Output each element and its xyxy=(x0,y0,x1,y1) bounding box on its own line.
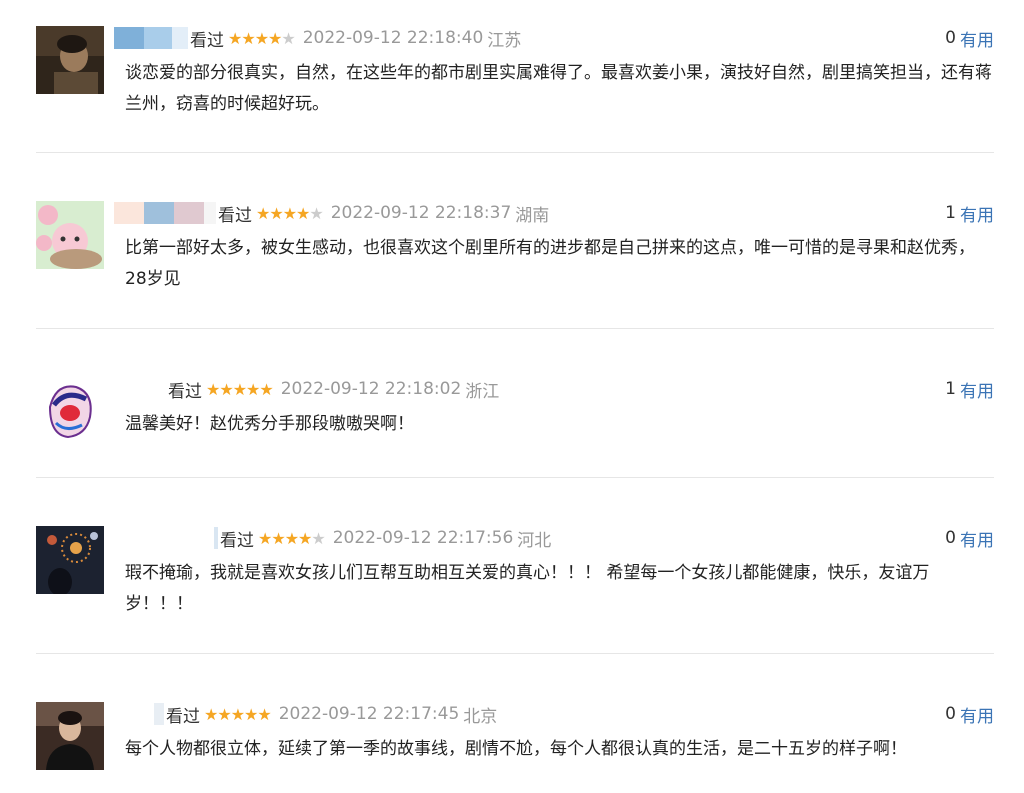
review-meta: 看过 ★★★★★ 2022-09-12 22:18:37 湖南 xyxy=(114,201,550,226)
star-icon: ★ xyxy=(269,203,283,223)
avatar[interactable] xyxy=(36,702,104,770)
avatar[interactable] xyxy=(36,526,104,594)
star-icon: ★ xyxy=(204,704,218,724)
star-rating: ★★★★★ xyxy=(206,379,274,399)
review-content: 温馨美好！赵优秀分手那段嗷嗷哭啊！ xyxy=(125,414,414,434)
star-icon: ★ xyxy=(309,203,323,223)
star-icon: ★ xyxy=(284,528,299,548)
review-location: 江苏 xyxy=(487,30,522,51)
review-meta: 看过 ★★★★★ 2022-09-12 22:18:02 浙江 xyxy=(168,377,500,402)
review-item: 看过 ★★★★★ 2022-09-12 22:17:45 北京 0 有用 每个人… xyxy=(36,702,994,782)
username-blurred[interactable] xyxy=(114,27,188,49)
star-icon: ★ xyxy=(206,379,220,399)
watched-label: 看过 xyxy=(168,381,202,402)
watched-label: 看过 xyxy=(218,205,252,226)
review-meta: 看过 ★★★★★ 2022-09-12 22:17:56 河北 xyxy=(214,526,552,551)
review-item: 看过 ★★★★★ 2022-09-12 22:18:37 湖南 1 有用 比第一… xyxy=(36,201,994,311)
star-icon: ★ xyxy=(217,704,231,724)
review-time: 2022-09-12 22:17:45 xyxy=(278,704,460,724)
star-icon: ★ xyxy=(258,528,272,548)
useful-count: 0 xyxy=(945,28,956,48)
useful-vote: 1 有用 xyxy=(945,377,994,402)
watched-label: 看过 xyxy=(166,706,200,727)
useful-vote: 0 有用 xyxy=(945,26,994,51)
divider xyxy=(36,152,994,153)
star-icon: ★ xyxy=(259,379,273,399)
star-rating: ★★★★★ xyxy=(228,28,296,48)
useful-button[interactable]: 有用 xyxy=(960,26,994,51)
watched-label: 看过 xyxy=(190,30,224,51)
review-location: 湖南 xyxy=(515,205,550,226)
useful-button[interactable]: 有用 xyxy=(960,702,994,727)
review-item: 看过 ★★★★★ 2022-09-12 22:18:40 江苏 0 有用 谈恋爱… xyxy=(36,26,994,136)
star-icon: ★ xyxy=(268,28,282,48)
watched-label: 看过 xyxy=(220,530,254,551)
avatar[interactable] xyxy=(36,201,104,269)
star-icon: ★ xyxy=(241,28,255,48)
useful-count: 1 xyxy=(945,203,956,223)
star-icon: ★ xyxy=(230,704,245,724)
review-time: 2022-09-12 22:17:56 xyxy=(332,528,514,548)
star-icon: ★ xyxy=(219,379,233,399)
star-icon: ★ xyxy=(257,704,271,724)
review-location: 河北 xyxy=(517,530,552,551)
useful-count: 0 xyxy=(945,704,956,724)
star-icon: ★ xyxy=(271,528,285,548)
divider xyxy=(36,477,994,478)
useful-button[interactable]: 有用 xyxy=(960,201,994,226)
star-icon: ★ xyxy=(296,203,310,223)
star-rating: ★★★★★ xyxy=(258,528,326,548)
useful-button[interactable]: 有用 xyxy=(960,526,994,551)
useful-button[interactable]: 有用 xyxy=(960,377,994,402)
star-icon: ★ xyxy=(232,379,247,399)
review-content: 比第一部好太多，被女生感动，也很喜欢这个剧里所有的进步都是自己拼来的这点，唯一可… xyxy=(125,238,975,289)
star-rating: ★★★★★ xyxy=(256,203,324,223)
username-blurred[interactable] xyxy=(214,527,218,549)
useful-count: 1 xyxy=(945,379,956,399)
star-icon: ★ xyxy=(282,203,297,223)
useful-vote: 1 有用 xyxy=(945,201,994,226)
star-icon: ★ xyxy=(254,28,269,48)
star-rating: ★★★★★ xyxy=(204,704,272,724)
review-meta: 看过 ★★★★★ 2022-09-12 22:18:40 江苏 xyxy=(114,26,522,51)
review-item: 看过 ★★★★★ 2022-09-12 22:17:56 河北 0 有用 瑕不掩… xyxy=(36,526,994,636)
divider xyxy=(36,653,994,654)
useful-vote: 0 有用 xyxy=(945,526,994,551)
review-location: 浙江 xyxy=(465,381,500,402)
avatar[interactable] xyxy=(36,26,104,94)
useful-vote: 0 有用 xyxy=(945,702,994,727)
divider xyxy=(36,328,994,329)
star-icon: ★ xyxy=(281,28,295,48)
star-icon: ★ xyxy=(246,379,260,399)
star-icon: ★ xyxy=(298,528,312,548)
review-time: 2022-09-12 22:18:37 xyxy=(330,203,512,223)
star-icon: ★ xyxy=(228,28,242,48)
review-item: 看过 ★★★★★ 2022-09-12 22:18:02 浙江 1 有用 温馨美… xyxy=(36,377,994,457)
username-blurred[interactable] xyxy=(114,202,216,224)
avatar[interactable] xyxy=(36,377,104,445)
review-time: 2022-09-12 22:18:40 xyxy=(302,28,484,48)
star-icon: ★ xyxy=(244,704,258,724)
review-content: 瑕不掩瑜，我就是喜欢女孩儿们互帮互助相互关爱的真心！！！ 希望每一个女孩儿都能健… xyxy=(125,563,930,614)
review-time: 2022-09-12 22:18:02 xyxy=(280,379,462,399)
review-content: 谈恋爱的部分很真实，自然，在这些年的都市剧里实属难得了。最喜欢姜小果，演技好自然… xyxy=(125,63,992,114)
star-icon: ★ xyxy=(256,203,270,223)
useful-count: 0 xyxy=(945,528,956,548)
review-meta: 看过 ★★★★★ 2022-09-12 22:17:45 北京 xyxy=(154,702,498,727)
star-icon: ★ xyxy=(311,528,325,548)
review-content: 每个人物都很立体，延续了第一季的故事线，剧情不尬，每个人都很认真的生活，是二十五… xyxy=(125,739,907,759)
username-blurred[interactable] xyxy=(154,703,164,725)
review-location: 北京 xyxy=(463,706,498,727)
